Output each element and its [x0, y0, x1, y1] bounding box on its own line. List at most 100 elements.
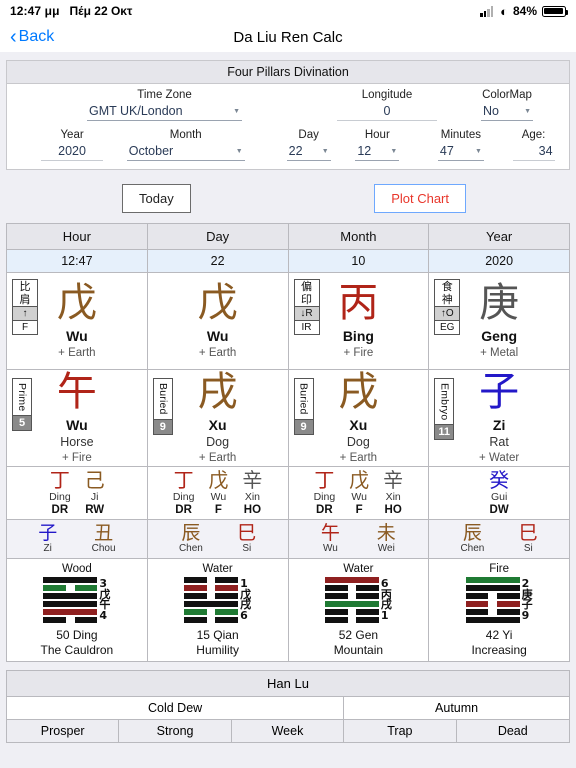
branch-badge-3: Embryo 11: [434, 378, 455, 441]
hidden-stem-name: Xin: [385, 491, 401, 503]
day-value: 22: [288, 144, 303, 158]
branch-glyph: 戌: [338, 369, 379, 415]
longitude-input[interactable]: 0: [337, 103, 437, 121]
battery-icon: [542, 5, 568, 17]
branch-cell-3: Embryo 11 子 Zi Rat + Water: [429, 370, 569, 466]
month-field[interactable]: Month October ▼: [117, 129, 254, 161]
timezone-field[interactable]: Time Zone GMT UK/London ▼: [57, 89, 272, 121]
branch-pair-glyph: 辰: [462, 522, 482, 544]
timezone-select[interactable]: GMT UK/London ▼: [87, 103, 242, 121]
year-input[interactable]: 2020: [41, 143, 104, 161]
hexagram-line-5: [324, 617, 379, 623]
hexagram-line-3: [184, 601, 239, 607]
hexagram-line-0: [184, 577, 239, 583]
year-field[interactable]: Year 2020: [27, 129, 117, 161]
branch-pair-item: 午 Wu: [321, 524, 340, 555]
hidden-stem-code: HO: [243, 504, 262, 516]
hidden-stems-cell-3: 癸 Gui DW: [429, 467, 569, 519]
hidden-stem-item: 戊 Wu F: [349, 470, 369, 516]
year-label: Year: [60, 129, 84, 141]
grid-column-subheader-0: 12:47: [7, 250, 148, 272]
branch-badge-number: 11: [435, 424, 454, 440]
state-cell-4: Dead: [456, 720, 569, 742]
branch-badge-number: 5: [13, 415, 31, 431]
hexagram-line-broken: [324, 609, 379, 615]
hexagram-lines: [324, 577, 379, 623]
minutes-select[interactable]: 47 ▼: [437, 143, 484, 161]
hidden-stems-cell-2: 丁 Ding DR 戊 Wu F 辛 Xin HO: [289, 467, 430, 519]
hidden-stem-item: 丁 Ding DR: [173, 470, 195, 516]
timezone-label: Time Zone: [137, 89, 192, 101]
hidden-stem-name: Ji: [90, 491, 99, 503]
branch-pair-item: 巳 Si: [519, 524, 538, 555]
stem-badge-chinese: 比: [19, 280, 31, 293]
stem-glyph: 戊: [56, 280, 97, 326]
hidden-stems-cell-0: 丁 Ding DR 己 Ji RW: [7, 467, 148, 519]
branch-glyph: 午: [56, 369, 97, 415]
hidden-stem-name: Ding: [172, 491, 195, 503]
hexagram-line-full: [43, 577, 98, 583]
grid-hidden-stems-row: 丁 Ding DR 己 Ji RW 丁 Ding DR 戊 Wu F 辛 Xin HO 丁 Ding DR 戊 Wu F…: [7, 467, 569, 520]
branch-pair-name: Wei: [377, 543, 395, 554]
minutes-field[interactable]: Minutes 47 ▼: [424, 129, 498, 161]
hexagram-line-broken: [184, 609, 239, 615]
hexagram-number-name: 42 Yi: [485, 628, 513, 642]
branch-cell-2: Buried 9 戌 Xu Dog + Earth: [289, 370, 430, 466]
day-select[interactable]: 22 ▼: [286, 143, 331, 161]
wifi-icon: ◐: [500, 3, 508, 19]
day-field[interactable]: Day 22 ▼: [276, 129, 341, 161]
month-select[interactable]: October ▼: [126, 143, 245, 161]
branch-badge-label: Embryo: [438, 383, 451, 421]
battery-percent-label: 84%: [512, 4, 537, 18]
hour-field[interactable]: Hour 12 ▼: [345, 129, 410, 161]
colormap-field[interactable]: ColorMap No ▼: [467, 89, 547, 121]
form-panel-title: Four Pillars Divination: [7, 61, 569, 84]
branch-badge-number: 9: [294, 418, 313, 434]
hidden-stem-item: 辛 Xin HO: [242, 470, 262, 516]
stem-element: + Metal: [480, 347, 519, 359]
hexagram-line-broken: [43, 617, 98, 623]
season-row: Cold Dew Autumn: [7, 697, 569, 720]
grid-column-subheader-1: 22: [147, 250, 289, 272]
chevron-down-icon: ▼: [321, 147, 329, 155]
branch-content-1: 戌 Xu Dog + Earth: [198, 372, 238, 464]
hour-select[interactable]: 12 ▼: [355, 143, 400, 161]
hexagram-element: Fire: [489, 563, 510, 575]
today-button[interactable]: Today: [122, 184, 191, 213]
state-cell-1: Strong: [119, 720, 232, 742]
hidden-stem-code: F: [355, 504, 363, 516]
hexagram-lines: [184, 577, 239, 623]
branch-pair-item: 辰 Chen: [179, 524, 203, 555]
hexagram-line-1: [43, 585, 98, 591]
hexagram-line-0: [43, 577, 98, 583]
branch-pair-cell-2: 午 Wu 未 Wei: [288, 520, 430, 558]
age-input[interactable]: 34: [512, 143, 555, 161]
chevron-down-icon: ▼: [390, 147, 398, 155]
grid-header-row: Hour Day Month Year: [7, 224, 569, 250]
hidden-stem-name: Xin: [244, 491, 261, 503]
hexagram-line-2: [184, 593, 239, 599]
branch-badge-0: Prime 5: [12, 378, 32, 432]
hexagram-line-broken: [184, 593, 239, 599]
plot-chart-button[interactable]: Plot Chart: [374, 184, 466, 213]
hidden-stem-glyph: 辛: [242, 468, 263, 492]
hexagram-element: Water: [202, 563, 233, 575]
longitude-label: Longitude: [361, 89, 413, 101]
colormap-select[interactable]: No ▼: [481, 103, 533, 121]
branch-pair-item: 巳 Si: [237, 524, 256, 555]
longitude-field[interactable]: Longitude 0: [327, 89, 447, 121]
stem-name: Wu: [66, 328, 88, 344]
hexagram-cell-3: Fire 2 庚子 9 42 Yi Increasing: [429, 559, 569, 661]
branch-animal: Dog: [346, 435, 370, 449]
hidden-stem-glyph: 丁: [173, 468, 194, 492]
branch-pair-cell-0: 子 Zi 丑 Chou: [7, 520, 148, 558]
solar-term-panel: Han Lu Cold Dew Autumn Prosper Strong Week T…: [6, 670, 570, 743]
age-field[interactable]: Age: 34: [506, 129, 561, 161]
hexagram-body: 3戊午4: [43, 577, 110, 623]
hexagram-line-full: [43, 601, 98, 607]
branch-badge-label: Buried: [297, 383, 310, 415]
hexagram-line-2: [465, 593, 520, 599]
hexagram-line-5: [43, 617, 98, 623]
branch-pair-name: Zi: [43, 543, 52, 554]
grid-hexagram-row: Wood 3 戊午 4 50 Ding The Cauldron Water 1 戊戌 6 15 Q…: [7, 559, 569, 662]
